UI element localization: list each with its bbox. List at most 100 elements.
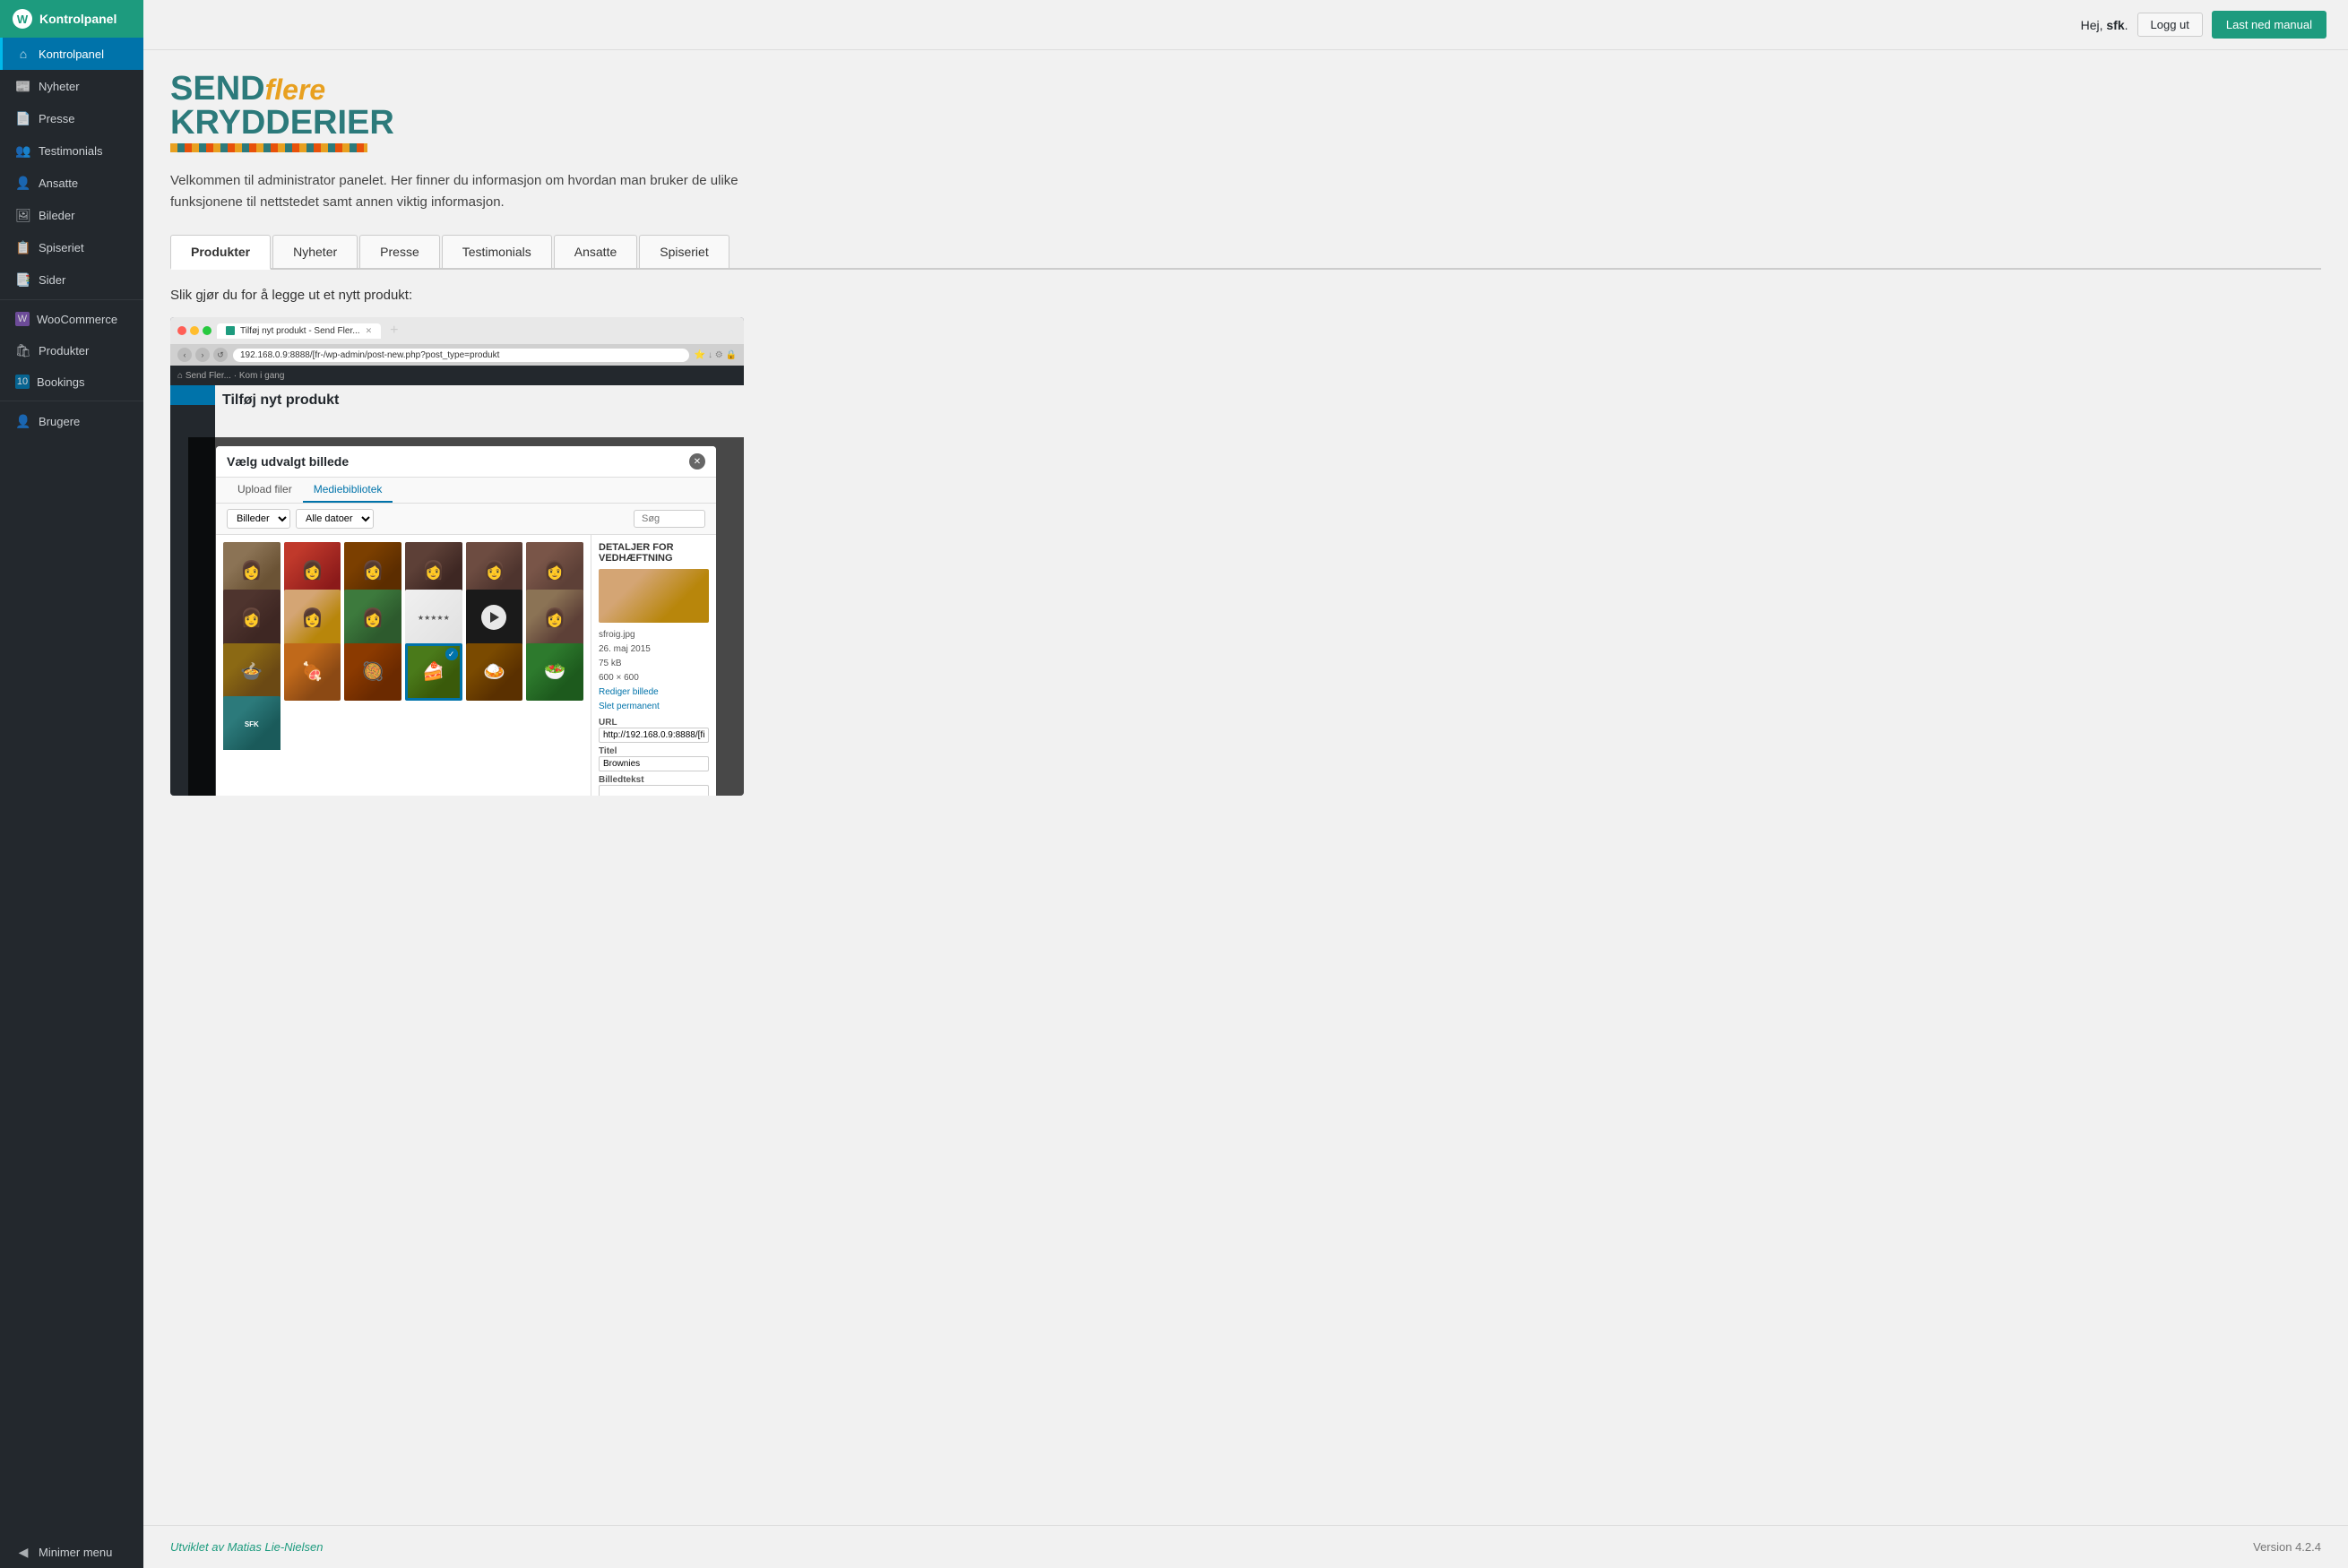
media-thumb-food-6[interactable]: 🥗 bbox=[526, 643, 583, 701]
welcome-text: Velkommen til administrator panelet. Her… bbox=[170, 170, 798, 213]
sidebar-label-spiseriet: Spiseriet bbox=[39, 241, 84, 254]
instruction-text: Slik gjør du for å legge ut et nytt prod… bbox=[170, 288, 2321, 303]
tab-close: ✕ bbox=[366, 326, 373, 336]
billedtekst-input[interactable] bbox=[599, 785, 709, 796]
tabs-container: Produkter Nyheter Presse Testimonials An… bbox=[170, 235, 2321, 270]
testimonials-icon: 👥 bbox=[15, 142, 31, 159]
sidebar-item-ansatte[interactable]: 👤 Ansatte bbox=[0, 167, 143, 199]
version-text: Version 4.2.4 bbox=[2253, 1540, 2321, 1554]
logo-send: SEND bbox=[170, 70, 265, 108]
face-icon-9: 👩 bbox=[344, 590, 401, 647]
sidebar-label-presse: Presse bbox=[39, 112, 74, 125]
greeting-text: Hej, sfk. bbox=[2081, 18, 2128, 32]
logg-ut-button[interactable]: Logg ut bbox=[2137, 13, 2203, 37]
title-input[interactable] bbox=[599, 756, 709, 771]
tab-testimonials[interactable]: Testimonials bbox=[442, 235, 552, 268]
media-thumb-10[interactable]: ★★★★★ bbox=[405, 590, 462, 647]
tab-spiseriet[interactable]: Spiseriet bbox=[639, 235, 729, 268]
refresh-button[interactable]: ↺ bbox=[213, 348, 228, 362]
filter-type-select[interactable]: Billeder bbox=[227, 509, 290, 529]
details-image bbox=[599, 569, 709, 623]
sidebar-item-sider[interactable]: 📑 Sider bbox=[0, 263, 143, 296]
browser-icons: ⭐ ↓ ⚙ 🔒 bbox=[695, 350, 737, 360]
modal-close-button[interactable]: ✕ bbox=[689, 453, 705, 470]
media-thumb-11[interactable]: 👩 bbox=[526, 590, 583, 647]
sidebar-item-presse[interactable]: 📄 Presse bbox=[0, 102, 143, 134]
browser-dots bbox=[177, 326, 211, 335]
details-url-field: URL bbox=[599, 718, 709, 743]
media-thumb-logo[interactable]: SFK bbox=[223, 696, 281, 751]
media-grid: 👩 👩 👩 👩 👩 👩 👩 👩 bbox=[216, 535, 591, 750]
nav-buttons: ‹ › ↺ bbox=[177, 348, 228, 362]
media-thumb-9[interactable]: 👩 bbox=[344, 590, 401, 647]
modal-tab-upload[interactable]: Upload filer bbox=[227, 478, 303, 503]
modal-header: Vælg udvalgt billede ✕ bbox=[216, 446, 716, 478]
sidebar-label-woocommerce: WooCommerce bbox=[37, 313, 117, 326]
modal-overlay: Vælg udvalgt billede ✕ Upload filer Medi… bbox=[215, 437, 744, 796]
browser-address-bar: ‹ › ↺ 192.168.0.9:8888/[fr-/wp-admin/pos… bbox=[170, 344, 744, 366]
sidebar-item-nyheter[interactable]: 📰 Nyheter bbox=[0, 70, 143, 102]
back-button[interactable]: ‹ bbox=[177, 348, 192, 362]
address-input[interactable]: 192.168.0.9:8888/[fr-/wp-admin/post-new.… bbox=[233, 349, 689, 362]
tab-produkter[interactable]: Produkter bbox=[170, 235, 271, 270]
dot-yellow bbox=[190, 326, 199, 335]
modal-body: 👩 👩 👩 👩 👩 👩 👩 👩 bbox=[216, 535, 716, 796]
url-label: URL bbox=[599, 718, 709, 728]
details-filesize: 75 kB bbox=[599, 659, 622, 668]
ansatte-icon: 👤 bbox=[15, 175, 31, 191]
brugere-icon: 👤 bbox=[15, 413, 31, 429]
bileder-icon: 🖼 bbox=[15, 207, 31, 223]
sidebar-label-brugere: Brugere bbox=[39, 415, 80, 428]
sidebar-item-kontrolpanel[interactable]: ⌂ Kontrolpanel bbox=[0, 38, 143, 70]
sidebar-item-brugere[interactable]: 👤 Brugere bbox=[0, 405, 143, 437]
tab-nyheter[interactable]: Nyheter bbox=[272, 235, 358, 268]
sidebar-label-produkter: Produkter bbox=[39, 344, 89, 358]
media-thumb-7[interactable]: 👩 bbox=[223, 590, 281, 647]
food-icon-1: 🍲 bbox=[223, 643, 281, 701]
details-title: DETALJER FOR VEDHÆFTNING bbox=[599, 542, 709, 564]
logo: SENDflere KRYDDERIER bbox=[170, 72, 2321, 140]
sidebar-item-produkter[interactable]: 🛍 Produkter bbox=[0, 334, 143, 366]
dot-green bbox=[203, 326, 211, 335]
wp-menu-highlight bbox=[170, 385, 215, 405]
minimer-icon: ◀ bbox=[15, 1544, 31, 1560]
sidebar-item-woocommerce[interactable]: W WooCommerce bbox=[0, 304, 143, 334]
food-icon-4: 🍰 bbox=[408, 646, 460, 698]
media-thumb-8[interactable]: 👩 bbox=[284, 590, 341, 647]
forward-button[interactable]: › bbox=[195, 348, 210, 362]
sidebar-item-bookings[interactable]: 10 Bookings bbox=[0, 366, 143, 397]
play-button[interactable] bbox=[481, 605, 506, 630]
media-thumb-food-3[interactable]: 🥘 bbox=[344, 643, 401, 701]
media-thumb-video[interactable] bbox=[466, 590, 523, 647]
media-thumb-food-2[interactable]: 🍖 bbox=[284, 643, 341, 701]
wp-toolbar-text: ⌂ Send Fler... · Kom i gang bbox=[177, 371, 284, 381]
play-triangle-icon bbox=[490, 612, 499, 623]
search-input[interactable] bbox=[634, 510, 705, 528]
details-edit-link[interactable]: Rediger billede bbox=[599, 685, 709, 700]
url-input[interactable] bbox=[599, 728, 709, 743]
sidebar-item-testimonials[interactable]: 👥 Testimonials bbox=[0, 134, 143, 167]
media-thumb-food-5[interactable]: 🍛 bbox=[466, 643, 523, 701]
details-panel: DETALJER FOR VEDHÆFTNING sfroig.jpg 26. … bbox=[591, 535, 716, 796]
modal-tab-library[interactable]: Mediebibliotek bbox=[303, 478, 393, 503]
sidebar: W Kontrolpanel ⌂ Kontrolpanel 📰 Nyheter … bbox=[0, 0, 143, 1568]
last-ned-manual-button[interactable]: Last ned manual bbox=[2212, 11, 2326, 39]
sidebar-header[interactable]: W Kontrolpanel bbox=[0, 0, 143, 38]
media-thumb-food-4[interactable]: 🍰✓ bbox=[405, 643, 462, 701]
filter-date-select[interactable]: Alle datoer bbox=[296, 509, 374, 529]
food-icon-5: 🍛 bbox=[466, 643, 523, 701]
sider-icon: 📑 bbox=[15, 271, 31, 288]
details-delete-link[interactable]: Slet permanent bbox=[599, 700, 709, 714]
sidebar-item-minimer[interactable]: ◀ Minimer menu bbox=[0, 1536, 143, 1568]
presse-icon: 📄 bbox=[15, 110, 31, 126]
media-thumb-food-1[interactable]: 🍲 bbox=[223, 643, 281, 701]
food-icon-2: 🍖 bbox=[284, 643, 341, 701]
sidebar-item-bileder[interactable]: 🖼 Bileder bbox=[0, 199, 143, 231]
tab-ansatte[interactable]: Ansatte bbox=[554, 235, 637, 268]
wp-page-title: Tilføj nyt produkt bbox=[222, 392, 737, 409]
food-icon-6: 🥗 bbox=[526, 643, 583, 701]
tab-presse[interactable]: Presse bbox=[359, 235, 440, 268]
developer-link[interactable]: Utviklet av Matias Lie-Nielsen bbox=[170, 1540, 324, 1554]
sidebar-item-spiseriet[interactable]: 📋 Spiseriet bbox=[0, 231, 143, 263]
browser-tab-label: Tilføj nyt produkt - Send Fler... bbox=[240, 326, 360, 336]
